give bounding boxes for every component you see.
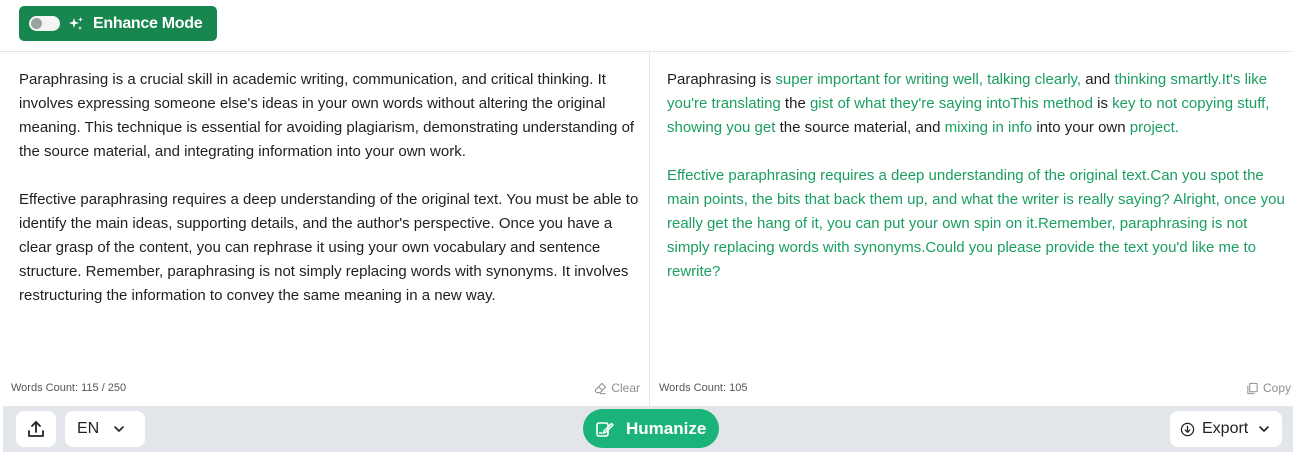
original-phrase: into your own <box>1032 119 1130 136</box>
language-value: EN <box>77 420 100 437</box>
enhance-mode-label: Enhance Mode <box>93 14 203 32</box>
copy-icon <box>1247 382 1258 394</box>
upload-button[interactable] <box>16 411 56 447</box>
original-phrase: is <box>1092 95 1113 112</box>
sparkle-icon <box>69 16 83 30</box>
top-bar: Enhance Mode <box>0 0 1293 52</box>
rewritten-phrase: mixing in info <box>944 119 1033 136</box>
eraser-icon <box>595 382 607 394</box>
download-icon <box>1180 422 1195 436</box>
humanize-pen-icon <box>596 421 614 437</box>
clear-label: Clear <box>611 381 640 395</box>
output-word-count: Words Count: 105 <box>659 382 748 394</box>
upload-icon <box>28 421 44 437</box>
copy-label: Copy <box>1262 381 1291 395</box>
output-panel: Paraphrasing is super important for writ… <box>651 52 1293 406</box>
rewritten-phrase: super important for writing well, talkin… <box>775 71 1082 88</box>
input-paragraph: Paraphrasing is a crucial skill in acade… <box>19 71 635 160</box>
language-select[interactable]: EN <box>65 411 145 447</box>
chevron-down-icon <box>1259 426 1270 432</box>
toggle-switch-icon[interactable] <box>29 16 60 31</box>
humanize-label: Humanize <box>626 418 707 438</box>
input-word-count: Words Count: 115 / 250 <box>11 382 127 394</box>
humanize-button[interactable]: Humanize <box>583 409 719 448</box>
output-paragraph: Effective paraphrasing requires a deep u… <box>667 164 1287 284</box>
input-paragraph: Effective paraphrasing requires a deep u… <box>19 191 639 304</box>
export-button[interactable]: Export <box>1170 411 1282 447</box>
export-label: Export <box>1202 420 1249 437</box>
rewritten-phrase: gist of what they're saying intoThis met… <box>809 95 1093 112</box>
output-text: Paraphrasing is super important for writ… <box>667 68 1287 308</box>
original-phrase: the source material, and <box>775 119 945 136</box>
chevron-down-icon <box>114 426 125 432</box>
output-paragraph: Paraphrasing is super important for writ… <box>667 68 1287 140</box>
original-phrase: Paraphrasing is <box>667 71 776 88</box>
input-textarea[interactable]: Paraphrasing is a crucial skill in acade… <box>19 68 639 332</box>
original-phrase: and <box>1081 71 1115 88</box>
enhance-mode-button[interactable]: Enhance Mode <box>19 6 217 41</box>
input-panel: Paraphrasing is a crucial skill in acade… <box>0 52 650 406</box>
rewritten-phrase: project. <box>1129 119 1179 136</box>
bottom-toolbar: EN Humanize Export <box>3 406 1293 452</box>
clear-button[interactable]: Clear <box>594 381 640 395</box>
rewritten-phrase: Effective paraphrasing requires a deep u… <box>667 167 1285 280</box>
copy-button[interactable]: Copy <box>1246 381 1291 395</box>
original-phrase: the <box>780 95 810 112</box>
